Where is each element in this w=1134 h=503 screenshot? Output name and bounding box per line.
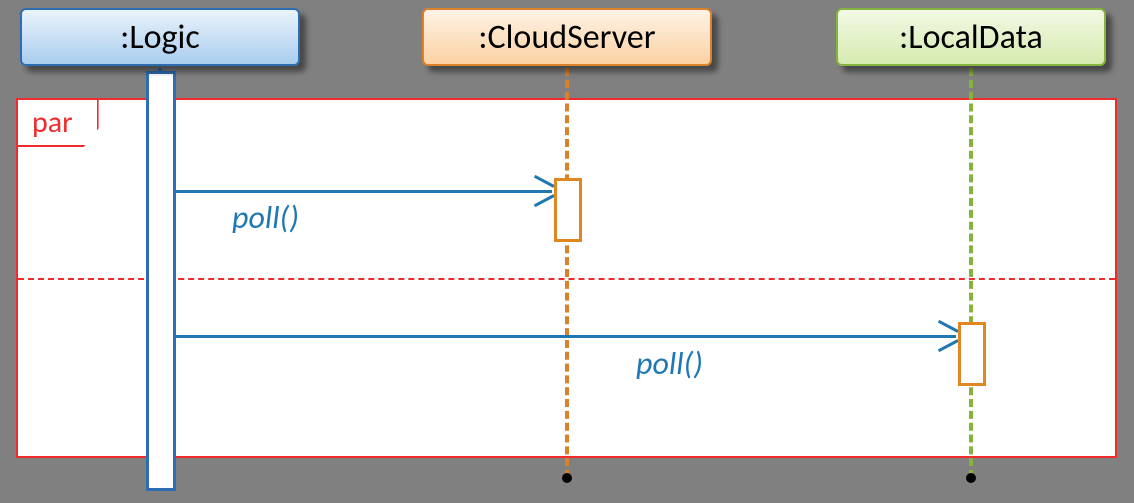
participant-label: :LocalData bbox=[899, 17, 1043, 58]
lifeline-end-dot bbox=[562, 473, 572, 483]
fragment-operator-label: par bbox=[16, 98, 99, 147]
arrowhead-icon bbox=[934, 336, 958, 360]
message-poll-to-local bbox=[176, 335, 956, 338]
activation-localdata bbox=[958, 322, 986, 386]
participant-label: :Logic bbox=[120, 17, 200, 58]
lifeline-end-dot bbox=[966, 473, 976, 483]
arrowhead-icon bbox=[530, 191, 554, 215]
message-label-poll-cloud: poll() bbox=[232, 198, 299, 237]
activation-logic bbox=[146, 71, 176, 491]
message-poll-to-cloud bbox=[176, 190, 552, 193]
participant-cloudserver: :CloudServer bbox=[422, 8, 712, 66]
participant-logic: :Logic bbox=[20, 8, 300, 66]
message-label-poll-local: poll() bbox=[636, 344, 703, 383]
lifeline-line-localdata bbox=[969, 68, 973, 478]
participant-localdata: :LocalData bbox=[836, 8, 1106, 66]
lifeline-line-cloudserver bbox=[565, 68, 569, 478]
participant-label: :CloudServer bbox=[478, 17, 655, 58]
activation-cloudserver bbox=[554, 178, 582, 242]
